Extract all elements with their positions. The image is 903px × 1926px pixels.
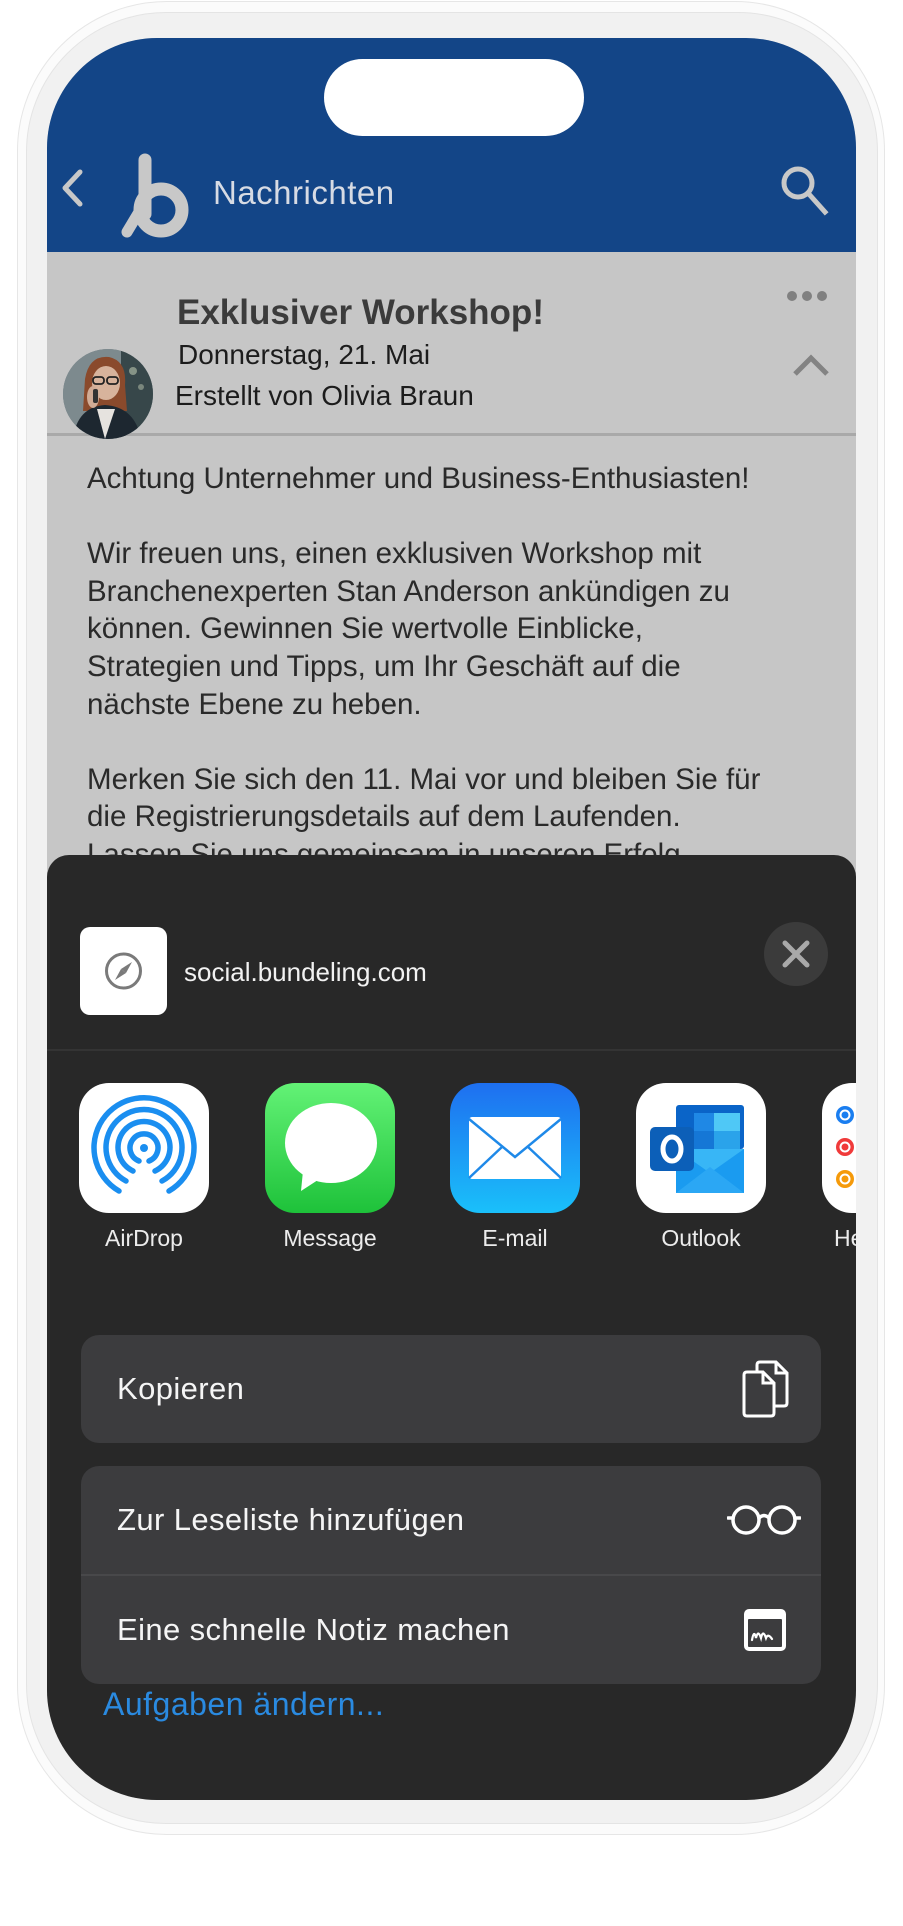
post-line: können. Gewinnen Sie wertvolle Einblicke… (87, 612, 643, 646)
app-header: Nachrichten (47, 38, 856, 252)
action-quick-note[interactable]: Eine schnelle Notiz machen (81, 1576, 821, 1684)
share-app-label: Outlook (661, 1225, 741, 1251)
quick-note-icon (744, 1609, 786, 1651)
action-group-copy: Kopieren (81, 1335, 821, 1443)
post-line: Merken Sie sich den 11. Mai vor und blei… (87, 762, 761, 796)
action-label: Zur Leseliste hinzufügen (117, 1502, 465, 1537)
reminders-icon (822, 1083, 856, 1213)
action-label: Kopieren (117, 1371, 245, 1406)
action-copy[interactable]: Kopieren (81, 1335, 821, 1443)
post-body: Achtung Unternehmer und Business-Enthusi… (87, 460, 817, 874)
post-line: Branchenexperten Stan Anderson ankündige… (87, 574, 730, 608)
share-app-label: E-mail (482, 1225, 548, 1251)
reading-list-glasses-icon (727, 1505, 801, 1535)
share-app-reminders[interactable]: Herinneringen (822, 1083, 856, 1253)
share-sheet: social.bundeling.com AirDrop Message E-m… (47, 855, 856, 1800)
action-add-reading-list[interactable]: Zur Leseliste hinzufügen (81, 1466, 821, 1574)
post-title: Exklusiver Workshop! (177, 293, 544, 332)
mail-icon (450, 1083, 580, 1213)
phone-screen: Nachrichten Exklusiver Workshop! Donners… (47, 38, 856, 1800)
share-apps-row[interactable]: AirDrop Message E-mail Outlook H (47, 1083, 856, 1273)
post-line: Wir freuen uns, einen exklusiven Worksho… (87, 537, 702, 571)
post-line: die Registrierungsdetails auf dem Laufen… (87, 800, 681, 834)
search-button[interactable] (777, 162, 831, 216)
post-line: Strategien und Tipps, um Ihr Geschäft au… (87, 649, 681, 683)
share-app-outlook[interactable]: Outlook (636, 1083, 766, 1253)
bundeling-logo (117, 152, 189, 238)
airdrop-icon (79, 1083, 209, 1213)
share-app-label: Message (283, 1225, 377, 1251)
post-line: nächste Ebene zu heben. (87, 687, 422, 721)
post-date: Donnerstag, 21. Mai (178, 339, 431, 370)
close-icon (782, 940, 810, 968)
share-url: social.bundeling.com (184, 957, 427, 987)
outlook-icon (636, 1083, 766, 1213)
post-line: Achtung Unternehmer und Business-Enthusi… (87, 462, 750, 495)
copy-icon (742, 1360, 789, 1418)
compass-icon (105, 952, 142, 990)
nav-title: Nachrichten (213, 174, 395, 211)
search-icon (781, 166, 829, 216)
back-button[interactable] (57, 166, 87, 210)
action-label: Eine schnelle Notiz machen (117, 1612, 510, 1647)
share-app-label: AirDrop (105, 1225, 183, 1251)
close-share-sheet-button[interactable] (764, 922, 828, 986)
action-group-reading: Zur Leseliste hinzufügen Eine schnelle N… (81, 1466, 821, 1684)
chevron-up-icon (793, 354, 829, 376)
post-paragraph: Achtung Unternehmer und Business-Enthusi… (87, 460, 817, 498)
share-app-label: Herinneringen (834, 1225, 856, 1251)
more-options-button[interactable] (785, 286, 833, 306)
share-app-email[interactable]: E-mail (450, 1083, 580, 1253)
more-horizontal-icon (787, 291, 797, 301)
link-thumbnail (80, 927, 167, 1015)
post-paragraph: Wir freuen uns, einen exklusiven Worksho… (87, 535, 817, 723)
more-dot (817, 291, 827, 301)
messages-icon (265, 1083, 395, 1213)
share-app-message[interactable]: Message (265, 1083, 395, 1253)
collapse-button[interactable] (789, 350, 833, 380)
post-author: Erstellt von Olivia Braun (175, 380, 474, 411)
share-app-airdrop[interactable]: AirDrop (79, 1083, 209, 1253)
chevron-left-icon (62, 169, 83, 207)
divider (47, 1049, 856, 1051)
author-avatar (63, 349, 153, 439)
more-dot (802, 291, 812, 301)
edit-actions-link[interactable]: Aufgaben ändern... (103, 1683, 384, 1725)
dynamic-island (324, 59, 584, 136)
